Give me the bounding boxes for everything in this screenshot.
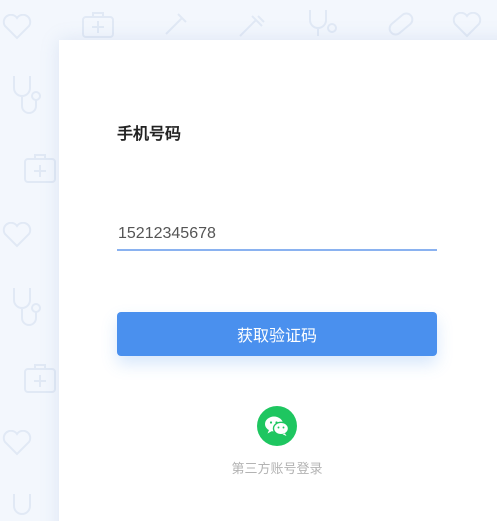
get-code-button[interactable]: 获取验证码 <box>117 312 437 356</box>
wechat-icon <box>265 416 290 436</box>
stethoscope-icon <box>309 10 337 36</box>
phone-input[interactable] <box>117 218 437 251</box>
thermometer-icon <box>165 13 187 35</box>
heart-icon <box>2 14 32 40</box>
medical-kit-icon <box>24 364 56 393</box>
bandage-icon <box>388 12 414 36</box>
wechat-login-button[interactable] <box>257 406 297 446</box>
syringe-icon <box>239 15 265 37</box>
login-card: 手机号码 获取验证码 第三方账号登录 <box>59 40 497 521</box>
third-party-login-label: 第三方账号登录 <box>231 462 323 477</box>
phone-label: 手机号码 <box>117 124 182 143</box>
heart-icon <box>2 222 32 248</box>
medical-kit-icon <box>24 154 56 183</box>
stethoscope-icon <box>13 76 41 114</box>
medical-kit-icon <box>82 12 114 38</box>
heart-icon <box>2 430 32 456</box>
stethoscope-icon <box>13 494 31 515</box>
stethoscope-icon <box>13 288 41 326</box>
heart-icon <box>452 12 482 38</box>
